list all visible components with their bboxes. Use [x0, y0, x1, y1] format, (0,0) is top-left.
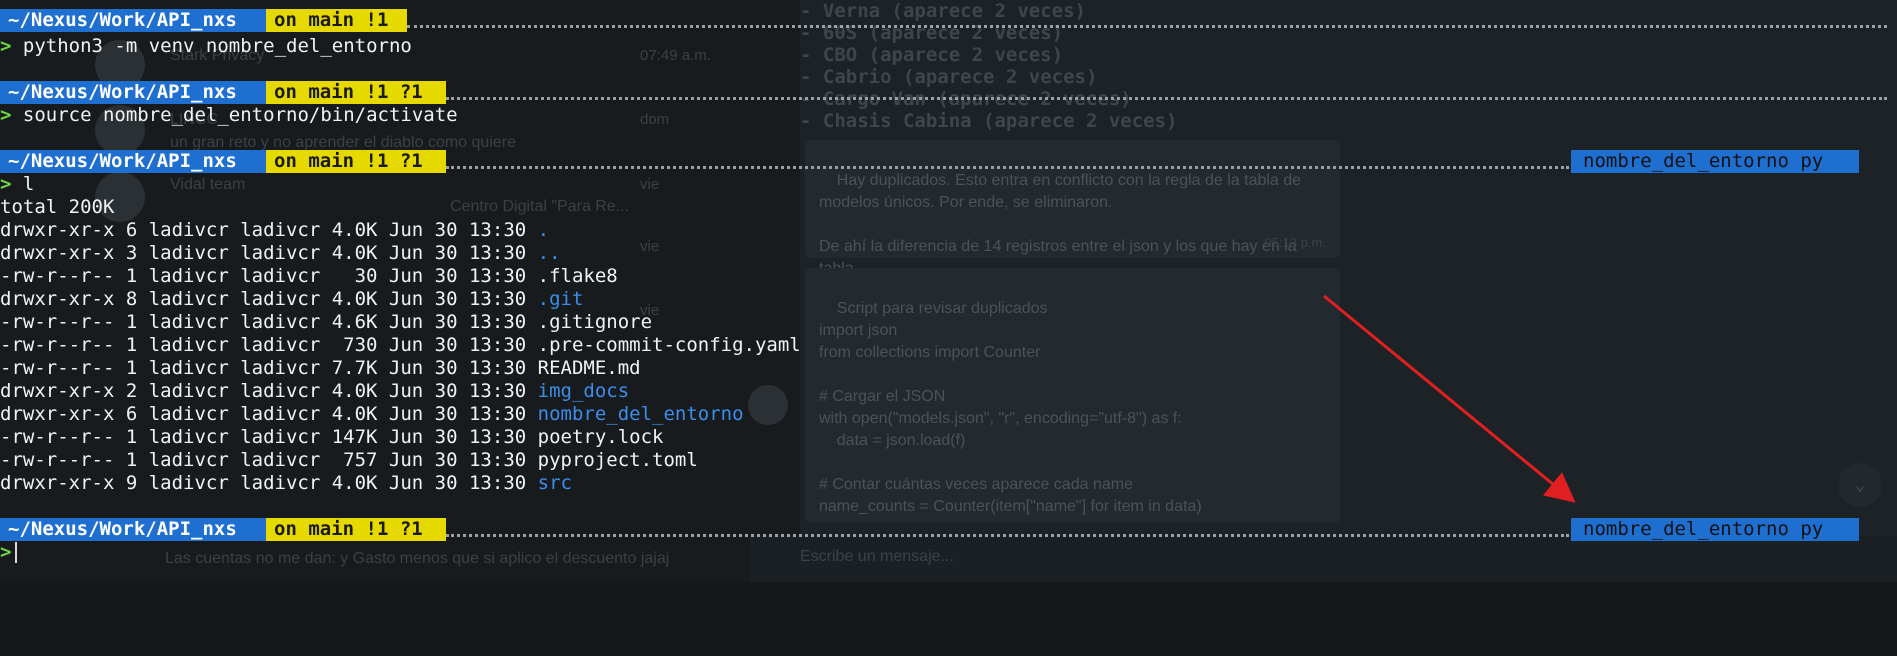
- annotation-arrow: [1323, 294, 1576, 503]
